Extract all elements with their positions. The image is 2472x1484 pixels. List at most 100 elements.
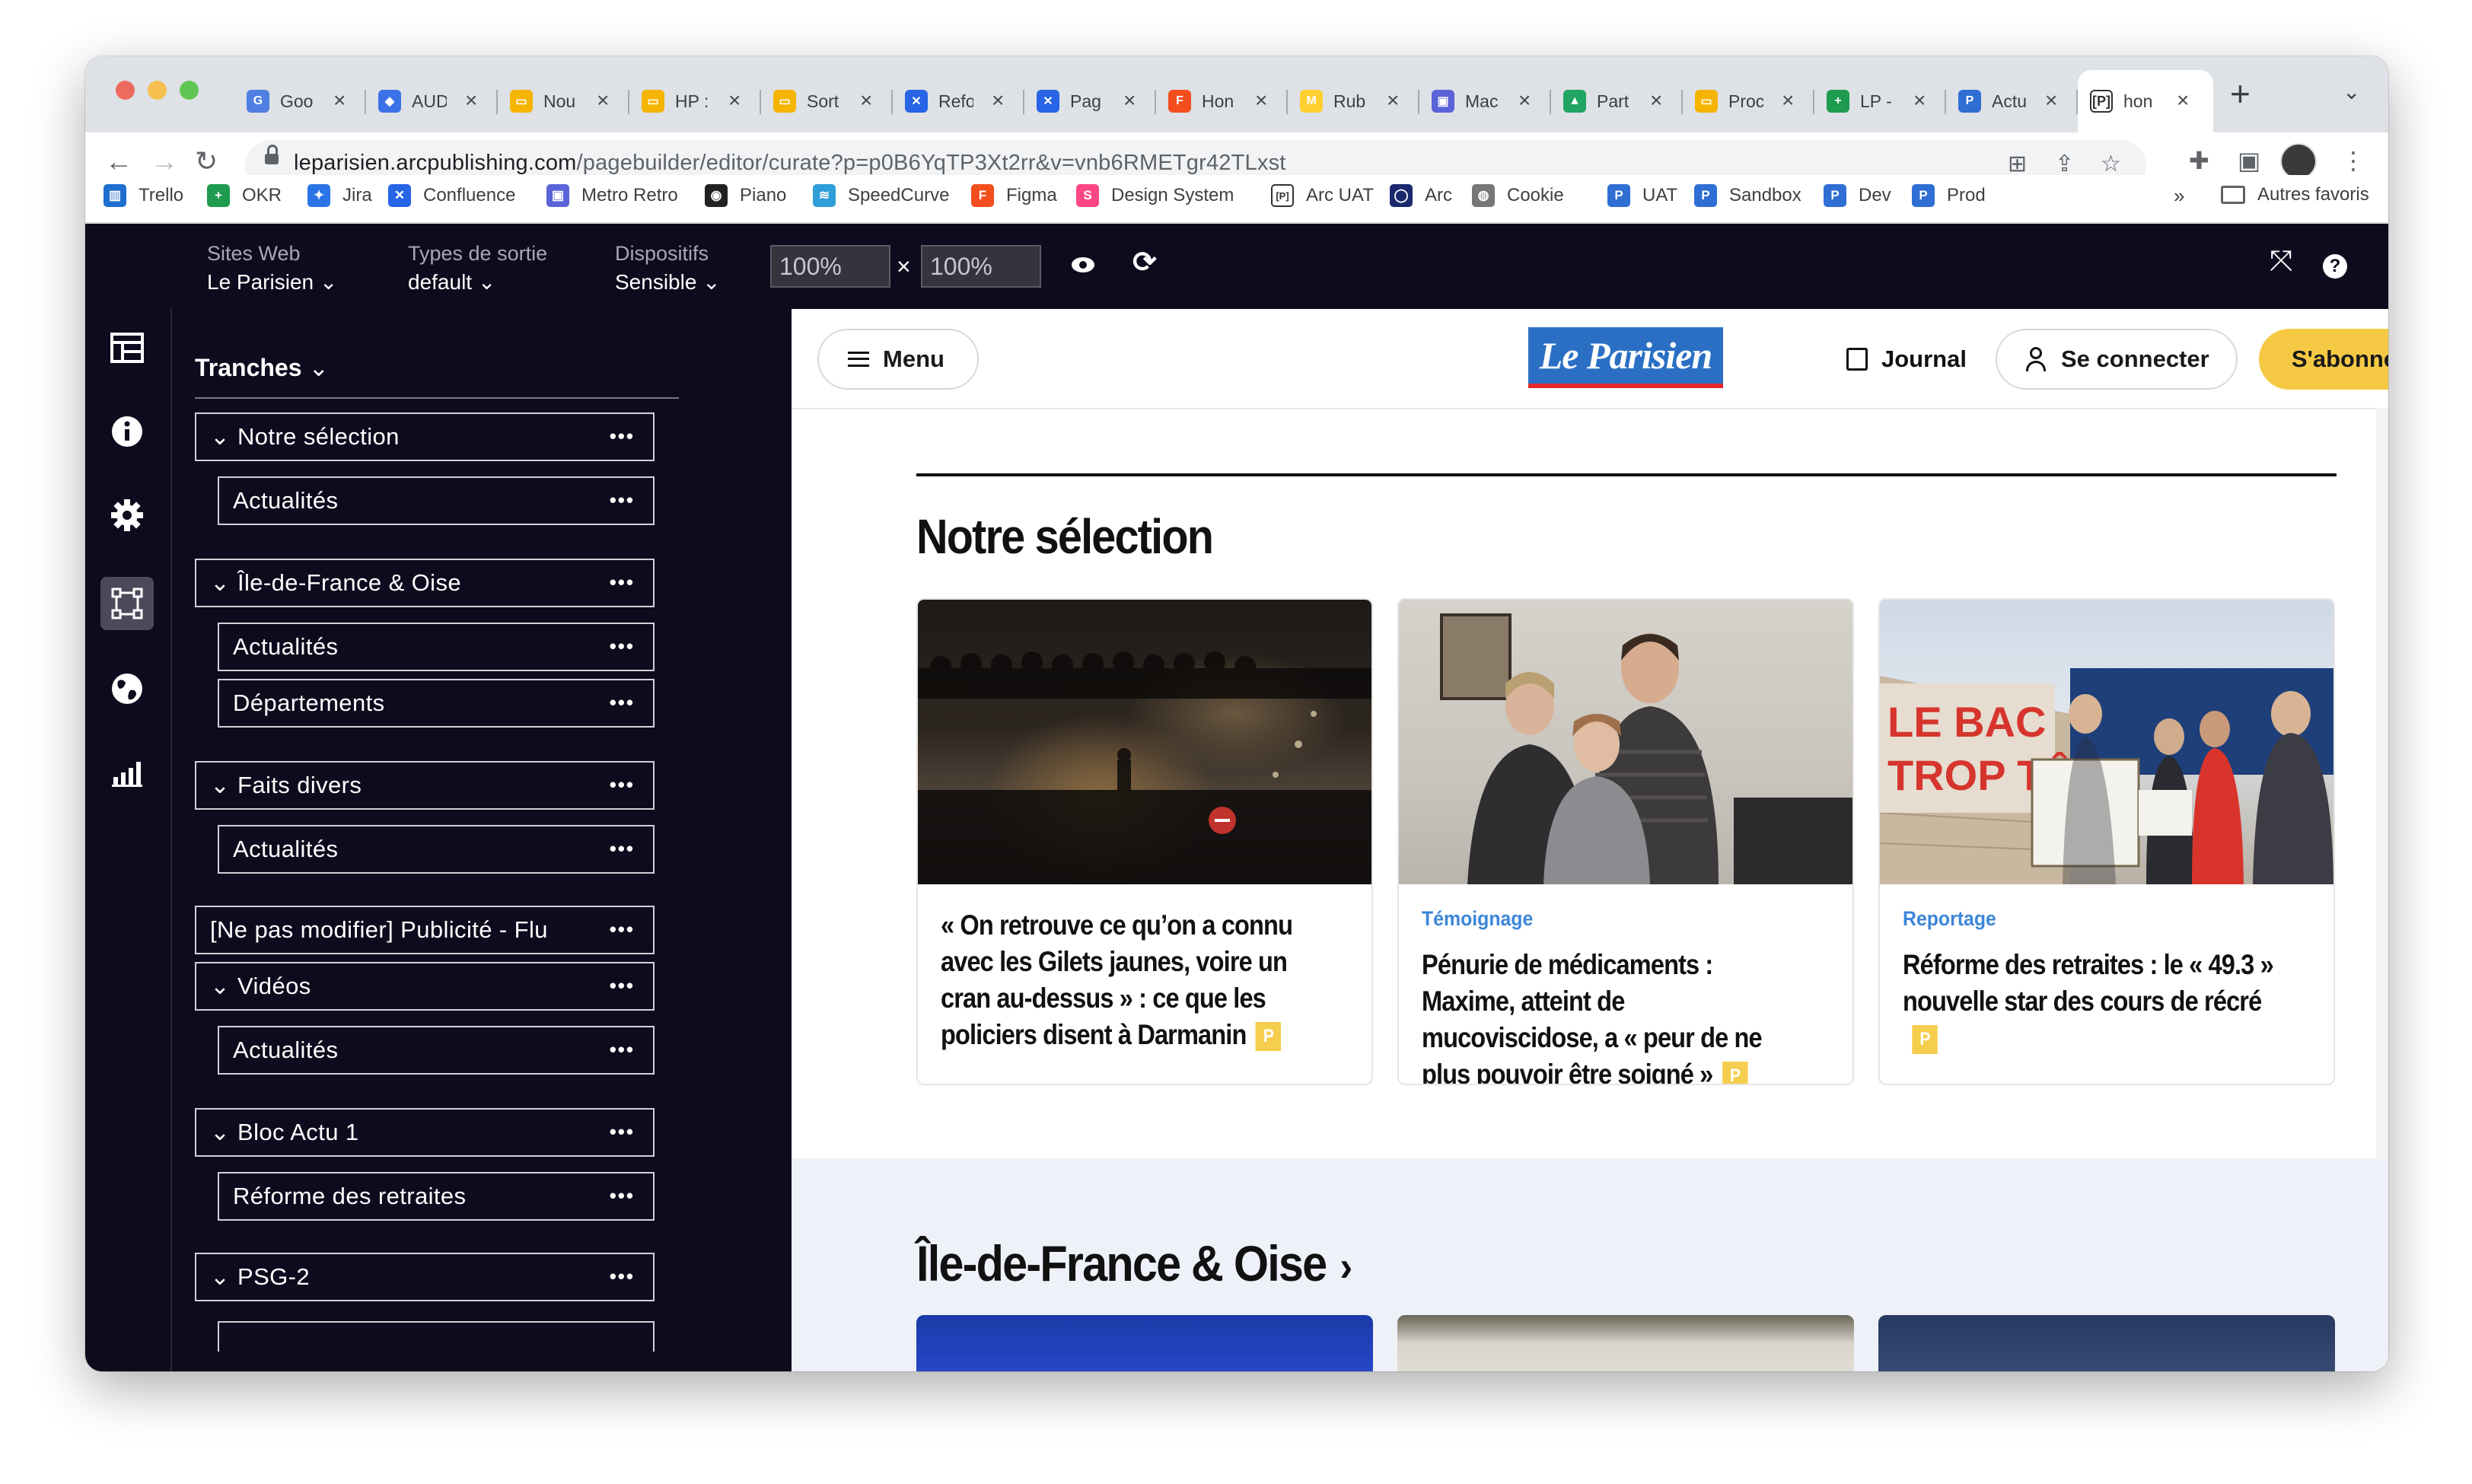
height-input[interactable]: 100% [921, 245, 1041, 288]
sites-select[interactable]: Le Parisien ⌄ [207, 269, 337, 295]
close-tab-icon[interactable]: × [860, 88, 872, 113]
translate-icon[interactable]: ⊞ [2008, 151, 2027, 177]
tranche-item[interactable]: ⌄ PSG-2 ••• [195, 1253, 655, 1301]
help-icon[interactable]: ? [2323, 254, 2347, 279]
browser-tab[interactable]: ✕ Refo × [893, 70, 1024, 132]
preview-eye-icon[interactable] [1072, 257, 1094, 272]
chevron-down-icon[interactable]: ⌄ [210, 1263, 230, 1291]
more-options-icon[interactable]: ••• [610, 635, 635, 658]
tranche-item[interactable]: Actualités ••• [218, 623, 655, 671]
fullscreen-icon[interactable]: ⤧ [2270, 245, 2292, 278]
analytics-chart-icon[interactable] [105, 750, 149, 795]
bookmark-jira[interactable]: ✦ Jira [307, 184, 372, 207]
browser-tab[interactable]: + LP - × [1814, 70, 1946, 132]
more-options-icon[interactable]: ••• [610, 1265, 635, 1288]
browser-tab[interactable]: ✕ Pag × [1024, 70, 1156, 132]
refresh-icon[interactable]: ⟳ [1132, 245, 1157, 279]
browser-tab[interactable]: ▣ Mac × [1419, 70, 1551, 132]
preview-scrollbar-track[interactable] [2376, 408, 2388, 1158]
le-parisien-logo[interactable]: Le Parisien [1528, 327, 1723, 388]
article-image-family[interactable] [1399, 600, 1852, 884]
chevron-down-icon[interactable]: ⌄ [210, 772, 230, 799]
bookmark-figma[interactable]: F Figma [971, 184, 1057, 207]
new-tab-button[interactable]: + [2230, 75, 2251, 113]
settings-gear-icon[interactable] [105, 493, 149, 537]
article-title[interactable]: Réforme des retraites : le « 49.3 » nouv… [1903, 947, 2278, 1056]
lock-icon[interactable] [265, 145, 279, 164]
extensions-icon[interactable]: ✚ [2189, 146, 2209, 175]
layout-icon[interactable] [105, 326, 149, 370]
browser-tab[interactable]: P Actu × [1946, 70, 2078, 132]
bookmark-trello[interactable]: ▥ Trello [104, 184, 183, 207]
close-tab-icon[interactable]: × [1123, 88, 1136, 113]
tranche-item[interactable]: ⌄ Notre sélection ••• [195, 412, 655, 461]
browser-tab[interactable]: F Hon × [1156, 70, 1288, 132]
tab-search-button[interactable]: ⌄ [2343, 79, 2360, 104]
bookmark-sandbox[interactable]: P Sandbox [1694, 184, 1801, 207]
article-image-idf-1[interactable] [916, 1315, 1373, 1371]
bookmarks-overflow-button[interactable]: » [2174, 184, 2184, 208]
more-options-icon[interactable]: ••• [610, 974, 635, 998]
tranche-item[interactable]: ⌄ Faits divers ••• [195, 761, 655, 810]
profile-avatar[interactable] [2280, 143, 2317, 180]
chevron-down-icon[interactable]: ⌄ [210, 1119, 230, 1146]
article-card[interactable]: « On retrouve ce qu’on a connu avec les … [916, 598, 1373, 1085]
tranches-header[interactable]: Tranches ⌄ [195, 353, 329, 382]
browser-tab[interactable]: M Rub × [1288, 70, 1419, 132]
close-tab-icon[interactable]: × [1913, 88, 1926, 113]
journal-link[interactable]: Journal [1846, 346, 1967, 373]
close-tab-icon[interactable]: × [728, 88, 741, 113]
bookmark-confluence[interactable]: ✕ Confluence [388, 184, 515, 207]
tranche-item-partial[interactable] [218, 1321, 655, 1352]
section-title-idf[interactable]: Île-de-France & Oise › [916, 1234, 1352, 1292]
more-options-icon[interactable]: ••• [610, 1038, 635, 1062]
article-card[interactable]: Témoignage Pénurie de médicaments : Maxi… [1397, 598, 1854, 1085]
other-bookmarks-folder[interactable]: Autres favoris [2221, 184, 2369, 205]
close-tab-icon[interactable]: × [2177, 88, 2189, 113]
bookmark-dev[interactable]: P Dev [1824, 184, 1891, 207]
bookmark-star-icon[interactable]: ☆ [2101, 151, 2121, 177]
article-image-protest[interactable]: LE BAC TROP TÔT [1880, 600, 2333, 884]
more-options-icon[interactable]: ••• [610, 773, 635, 797]
article-title[interactable]: « On retrouve ce qu’on a connu avec les … [941, 907, 1316, 1053]
bookmark-arc-uat[interactable]: [P] Arc UAT [1271, 184, 1374, 207]
close-tab-icon[interactable]: × [1518, 88, 1531, 113]
article-kicker[interactable]: Reportage [1903, 907, 1996, 931]
tranche-item[interactable]: Réforme des retraites ••• [218, 1172, 655, 1221]
more-options-icon[interactable]: ••• [610, 571, 635, 594]
browser-tab[interactable]: ◆ AUD × [366, 70, 498, 132]
close-window-button[interactable] [116, 81, 135, 100]
tranche-item[interactable]: ⌄ Vidéos ••• [195, 962, 655, 1011]
tranche-item[interactable]: Actualités ••• [218, 1026, 655, 1075]
browser-tab[interactable]: ▭ Nou × [498, 70, 629, 132]
more-options-icon[interactable]: ••• [610, 1120, 635, 1144]
bookmark-cookie[interactable]: ◍ Cookie [1472, 184, 1564, 207]
share-icon[interactable]: ⇪ [2055, 151, 2074, 177]
article-image-idf-2[interactable] [1397, 1315, 1854, 1371]
globe-icon[interactable] [105, 667, 149, 711]
tranche-item[interactable]: Actualités ••• [218, 825, 655, 874]
more-options-icon[interactable]: ••• [610, 1184, 635, 1208]
close-tab-icon[interactable]: × [1387, 88, 1399, 113]
bookmark-okr[interactable]: + OKR [207, 184, 282, 207]
info-icon[interactable] [105, 409, 149, 454]
article-title[interactable]: Pénurie de médicaments : Maxime, atteint… [1422, 947, 1797, 1084]
tranche-item[interactable]: Actualités ••• [218, 476, 655, 525]
more-options-icon[interactable]: ••• [610, 425, 635, 448]
tranche-item[interactable]: ⌄ Bloc Actu 1 ••• [195, 1108, 655, 1157]
section-title-notre-selection[interactable]: Notre sélection [916, 508, 1214, 565]
chevron-down-icon[interactable]: ⌄ [210, 423, 230, 451]
minimize-window-button[interactable] [148, 81, 167, 100]
bookmark-metro-retro[interactable]: ▣ Metro Retro [546, 184, 678, 207]
browser-menu-icon[interactable]: ⋮ [2341, 146, 2365, 175]
chevron-down-icon[interactable]: ⌄ [210, 973, 230, 1000]
more-options-icon[interactable]: ••• [610, 691, 635, 715]
browser-tab[interactable]: [P] hon × [2078, 70, 2213, 132]
close-tab-icon[interactable]: × [1255, 88, 1267, 113]
article-kicker[interactable]: Témoignage [1422, 907, 1533, 931]
close-tab-icon[interactable]: × [992, 88, 1004, 113]
close-tab-icon[interactable]: × [2045, 88, 2057, 113]
devices-select[interactable]: Sensible ⌄ [615, 269, 721, 295]
width-input[interactable]: 100% [770, 245, 890, 288]
article-image-police-night[interactable] [918, 600, 1371, 884]
